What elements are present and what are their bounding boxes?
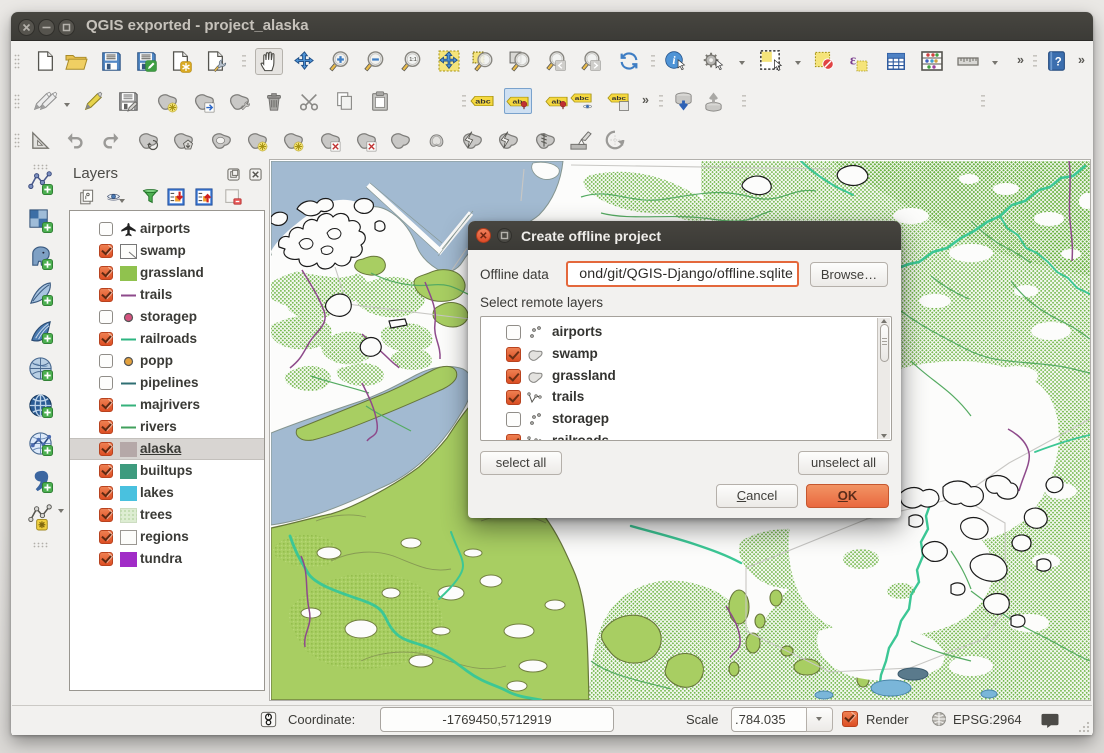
- svg-text:1:1: 1:1: [409, 57, 416, 63]
